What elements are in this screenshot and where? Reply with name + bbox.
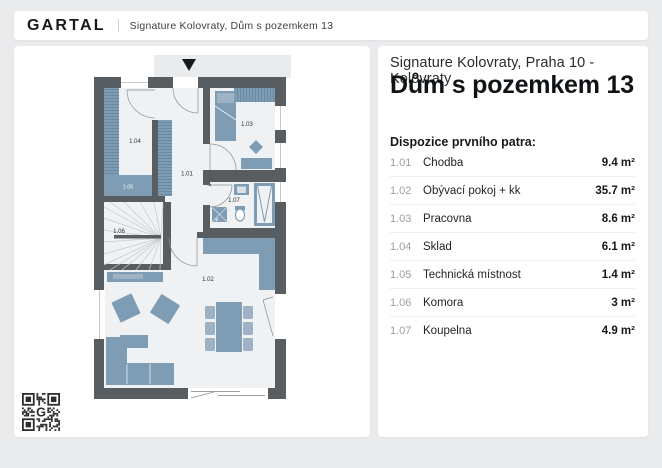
room-code: 1.02 bbox=[390, 185, 423, 197]
entrance-porch bbox=[154, 55, 291, 78]
table-row: 1.03 Pracovna 8.6 m² bbox=[390, 204, 635, 232]
room-name: Sklad bbox=[423, 241, 602, 253]
sliding-door bbox=[188, 388, 268, 399]
table-row: 1.05 Technická místnost 1.4 m² bbox=[390, 260, 635, 288]
washer-label: P bbox=[215, 218, 218, 223]
room-area: 6.1 m² bbox=[602, 241, 635, 253]
room-area: 3 m² bbox=[611, 297, 635, 309]
dining-chair bbox=[243, 306, 253, 319]
qr-code: G bbox=[22, 393, 60, 431]
kitchen-counter-side bbox=[259, 254, 275, 290]
room-code: 1.06 bbox=[390, 297, 423, 309]
page-title: Dům s pozemkem 13 bbox=[390, 71, 634, 100]
table-row: 1.01 Chodba 9.4 m² bbox=[390, 149, 635, 176]
floorplan-card: 1.01 1.02 1.03 1.04 1.05 1.06 1.07 P G bbox=[14, 46, 370, 437]
kitchen-counter bbox=[203, 238, 275, 254]
room-label-101: 1.01 bbox=[181, 172, 193, 178]
room-code: 1.01 bbox=[390, 157, 423, 169]
header-subtitle: Signature Kolovraty, Dům s pozemkem 13 bbox=[130, 20, 334, 32]
room-label-107: 1.07 bbox=[228, 198, 240, 204]
room-name: Pracovna bbox=[423, 213, 602, 225]
table-row: 1.07 Koupelna 4.9 m² bbox=[390, 316, 635, 344]
header-bar: GARTAL Signature Kolovraty, Dům s pozemk… bbox=[14, 11, 648, 40]
room-code: 1.07 bbox=[390, 325, 423, 337]
dining-chair bbox=[205, 322, 215, 335]
room-name: Obývací pokoj + kk bbox=[423, 185, 595, 197]
room-area: 35.7 m² bbox=[595, 185, 635, 197]
table-row: 1.02 Obývací pokoj + kk 35.7 m² bbox=[390, 176, 635, 204]
room-name: Komora bbox=[423, 297, 611, 309]
room-code: 1.04 bbox=[390, 241, 423, 253]
floor-plan: 1.01 1.02 1.03 1.04 1.05 1.06 1.07 P bbox=[14, 46, 370, 437]
dining-chair bbox=[243, 322, 253, 335]
room-area: 4.9 m² bbox=[602, 325, 635, 337]
dining-chair bbox=[205, 306, 215, 319]
room-code: 1.03 bbox=[390, 213, 423, 225]
rooms-table: 1.01 Chodba 9.4 m² 1.02 Obývací pokoj + … bbox=[390, 149, 635, 344]
desk bbox=[241, 158, 272, 169]
sofa bbox=[106, 363, 174, 385]
room-area: 8.6 m² bbox=[602, 213, 635, 225]
dining-chair bbox=[243, 338, 253, 351]
stairs-handrail bbox=[114, 235, 161, 239]
toilet bbox=[236, 209, 245, 221]
pillow bbox=[217, 93, 234, 103]
dining-table bbox=[216, 302, 242, 352]
info-card: Signature Kolovraty, Praha 10 - Kolovrat… bbox=[378, 46, 648, 437]
table-row: 1.06 Komora 3 m² bbox=[390, 288, 635, 316]
brand-logo: GARTAL bbox=[27, 17, 106, 35]
room-label-103: 1.03 bbox=[241, 122, 253, 128]
room-label-104: 1.04 bbox=[129, 139, 141, 145]
room-name: Chodba bbox=[423, 157, 602, 169]
room-name: Technická místnost bbox=[423, 269, 602, 281]
dining-chair bbox=[205, 338, 215, 351]
section-label: Dispozice prvního patra: bbox=[390, 135, 536, 149]
room-label-102: 1.02 bbox=[202, 277, 214, 283]
qr-center-letter: G bbox=[36, 406, 46, 420]
room-label-106: 1.06 bbox=[113, 229, 125, 235]
table-row: 1.04 Sklad 6.1 m² bbox=[390, 232, 635, 260]
header-divider bbox=[118, 19, 119, 32]
entrance-door-opening bbox=[173, 77, 198, 88]
terrace-door bbox=[275, 294, 286, 339]
room-name: Koupelna bbox=[423, 325, 602, 337]
room-area: 1.4 m² bbox=[602, 269, 635, 281]
room-label-105: 1.05 bbox=[123, 185, 134, 191]
room-area: 9.4 m² bbox=[602, 157, 635, 169]
room-code: 1.05 bbox=[390, 269, 423, 281]
